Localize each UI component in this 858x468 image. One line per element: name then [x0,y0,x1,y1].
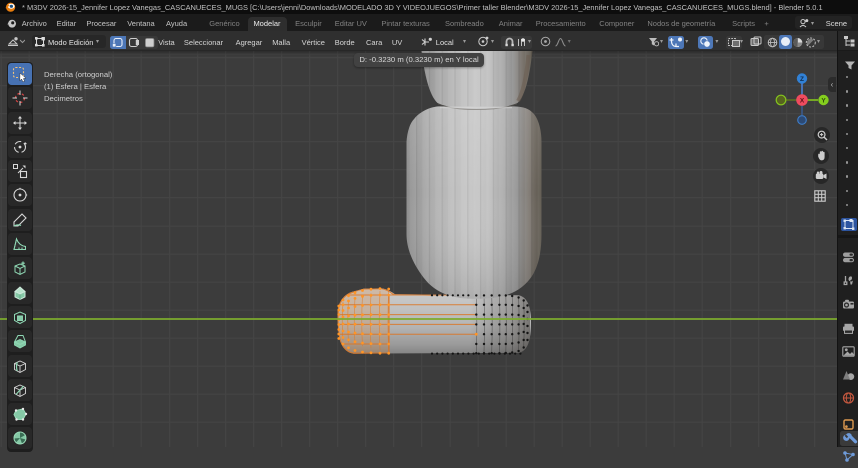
svg-text:Z: Z [800,76,804,83]
svg-text:Y: Y [821,98,826,105]
svg-text:X: X [800,98,805,105]
